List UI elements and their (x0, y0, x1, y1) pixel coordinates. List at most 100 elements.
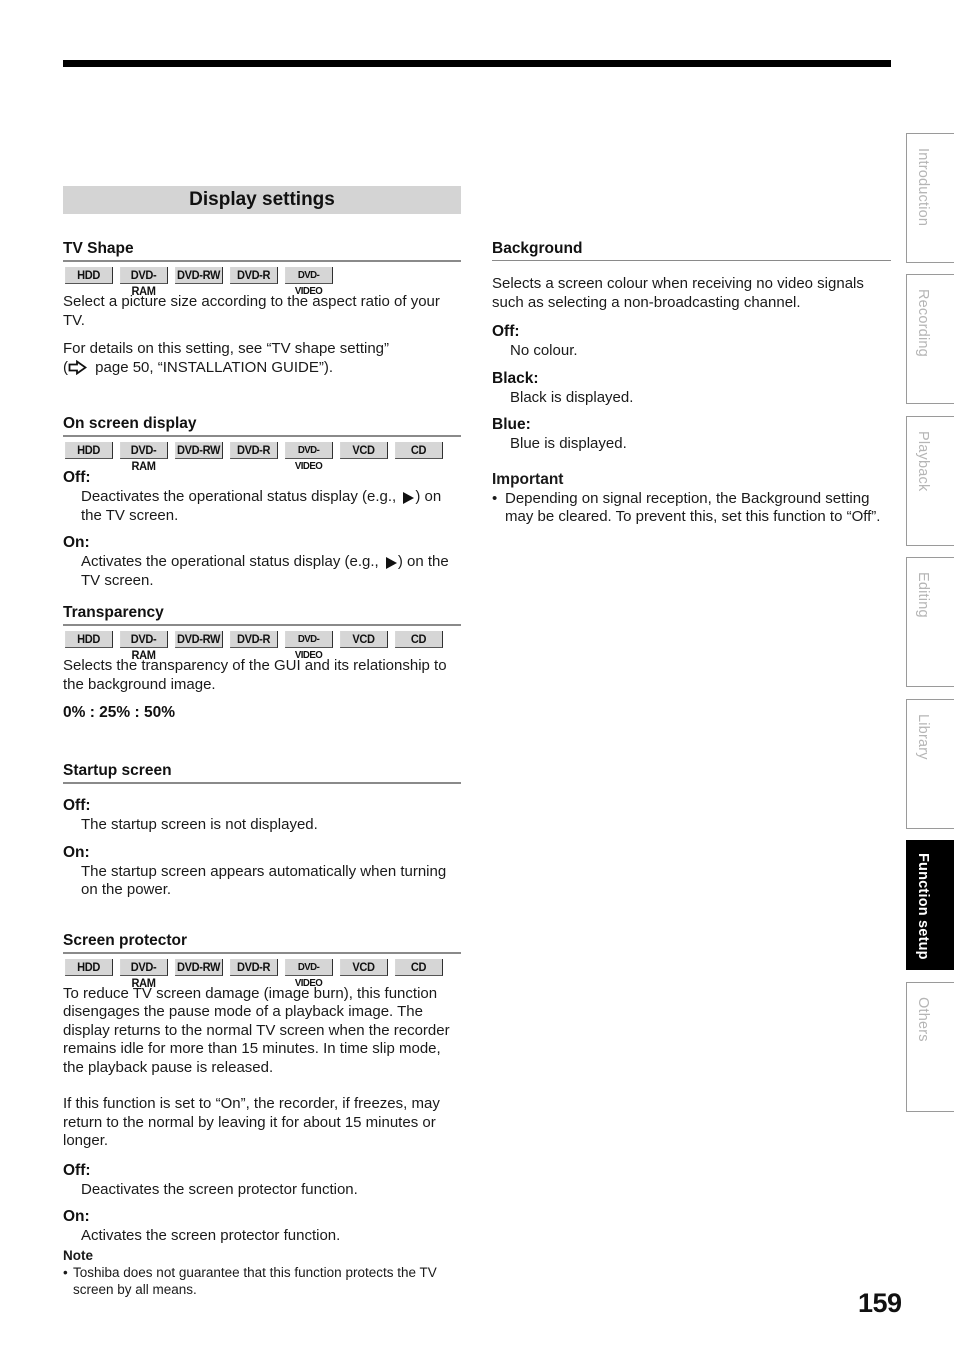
desc-text: Deactivates the operational status displ… (81, 488, 401, 505)
transparency-title: Transparency (63, 604, 461, 626)
option-label-off: Off: (63, 797, 91, 814)
media-badge-vcd: VCD (340, 442, 388, 459)
right-column: Background Selects a screen colour when … (492, 240, 891, 527)
important-text: Depending on signal reception, the Backg… (505, 489, 881, 526)
media-badge-hdd: HDD (65, 267, 113, 284)
play-icon (403, 492, 415, 504)
media-badge-cd: CD (395, 631, 443, 648)
media-badge-dvd-ram: DVD-RAM (120, 442, 168, 473)
transparency-description: Selects the transparency of the GUI and … (63, 657, 447, 693)
bullet: • (492, 489, 498, 507)
media-badge-dvd-r: DVD-R (230, 958, 278, 976)
option-desc-off: Deactivates the screen protector functio… (81, 1180, 358, 1198)
media-badge-cd: CD (395, 958, 443, 976)
media-badge-hdd: HDD (65, 442, 113, 459)
background-description: Selects a screen colour when receiving n… (492, 275, 864, 311)
media-badge-dvd-ram: DVD-RAM (120, 631, 168, 662)
media-badge-dvd-rw: DVD-RW (175, 267, 223, 284)
option-desc-on: Activates the screen protector function. (81, 1227, 341, 1244)
note-item: • Toshiba does not guarantee that this f… (63, 1264, 461, 1298)
screen-protector-title: Screen protector (63, 932, 461, 954)
option-label-on: On: (63, 534, 90, 551)
details-ref-text: page 50, “INSTALLATION GUIDE”). (91, 358, 334, 376)
media-badge-dvd-r: DVD-R (230, 267, 278, 284)
tab-label: Playback (915, 431, 931, 492)
page-number: 159 (858, 1288, 902, 1318)
media-badge-vcd: VCD (340, 631, 388, 648)
background-options: Off: No colour. Black: Black is displaye… (492, 322, 891, 454)
option-desc-off: Deactivates the operational status displ… (63, 488, 461, 525)
option-desc-black: Black is displayed. (510, 388, 634, 406)
tab-function-setup[interactable]: Function setup (906, 840, 954, 970)
tab-playback[interactable]: Playback (906, 416, 954, 546)
background-title: Background (492, 240, 891, 261)
media-badge-dvd-video: DVD-VIDEO (285, 267, 333, 297)
tab-library[interactable]: Library (906, 699, 954, 829)
media-badge-dvd-r: DVD-R (230, 442, 278, 459)
tab-editing[interactable]: Editing (906, 557, 954, 687)
option-label-on: On: (63, 843, 90, 861)
section-banner: Display settings (63, 186, 461, 214)
option-desc-off: The startup screen is not displayed. (81, 816, 318, 833)
transparency-values: 0% : 25% : 50% (63, 704, 175, 721)
option-desc-blue: Blue is displayed. (510, 435, 627, 452)
important-item: • Depending on signal reception, the Bac… (492, 490, 891, 527)
top-rule (63, 60, 891, 67)
tab-recording[interactable]: Recording (906, 274, 954, 404)
media-badge-hdd: HDD (65, 631, 113, 648)
media-badge-dvd-r: DVD-R (230, 631, 278, 648)
media-badges: HDD DVD-RAM DVD-RW DVD-R DVD-VIDEO VCD CD (63, 958, 461, 990)
option-desc-on: The startup screen appears automatically… (81, 862, 447, 899)
note-title: Note (63, 1247, 93, 1263)
option-label-off: Off: (63, 469, 91, 486)
media-badge-hdd: HDD (65, 958, 113, 976)
important-title: Important (492, 470, 564, 488)
details-text: For details on this setting, see “TV sha… (63, 340, 389, 357)
tab-label: Recording (915, 289, 931, 357)
tab-label: Editing (915, 572, 931, 618)
option-desc-on: Activates the operational status display… (63, 553, 461, 590)
tab-introduction[interactable]: Introduction (906, 133, 954, 263)
screen-protector-description-1: To reduce TV screen damage (image burn),… (63, 984, 450, 1076)
tab-label: Introduction (915, 148, 931, 227)
tv-shape-title: TV Shape (63, 240, 461, 262)
media-badge-dvd-video: DVD-VIDEO (285, 631, 333, 661)
screen-protector-description-2: If this function is set to “On”, the rec… (63, 1095, 440, 1149)
media-badges: HDD DVD-RAM DVD-RW DVD-R DVD-VIDEO (63, 267, 461, 298)
media-badges: HDD DVD-RAM DVD-RW DVD-R DVD-VIDEO VCD CD (63, 442, 461, 473)
media-badge-dvd-rw: DVD-RW (175, 631, 223, 648)
screen-protector-section: Screen protector HDD DVD-RAM DVD-RW DVD-R DV… (63, 932, 461, 1298)
left-column: Display settings TV Shape HDD DVD-RAM DVD-… (63, 186, 461, 1298)
startup-screen-title: Startup screen (63, 762, 461, 784)
note-text: Toshiba does not guarantee that this fun… (73, 1264, 437, 1297)
section-title: Display settings (189, 189, 335, 210)
option-label-on: On: (63, 1208, 90, 1225)
media-badge-dvd-rw: DVD-RW (175, 442, 223, 459)
transparency-section: Transparency HDD DVD-RAM DVD-RW DVD-R DVD-VI… (63, 604, 461, 722)
option-label-blue: Blue: (492, 416, 531, 433)
media-badge-vcd: VCD (340, 958, 388, 976)
media-badges: HDD DVD-RAM DVD-RW DVD-R DVD-VIDEO VCD CD (63, 631, 461, 662)
on-screen-display-title: On screen display (63, 415, 461, 437)
tab-label: Others (915, 997, 931, 1042)
bullet: • (63, 1264, 68, 1280)
tv-shape-description: Select a picture size according to the a… (63, 293, 440, 329)
page-reference-arrow-icon (68, 359, 87, 375)
media-badge-dvd-ram: DVD-RAM (120, 267, 168, 298)
tv-shape-details: For details on this setting, see “TV sha… (63, 340, 461, 377)
media-badge-dvd-video: DVD-VIDEO (285, 958, 333, 989)
tab-label: Library (915, 714, 931, 760)
media-badge-dvd-video: DVD-VIDEO (285, 442, 333, 472)
startup-screen-section: Startup screen Off: The startup screen i… (63, 762, 461, 900)
option-label-black: Black: (492, 369, 539, 387)
media-badge-cd: CD (395, 442, 443, 459)
on-screen-display-section: On screen display HDD DVD-RAM DVD-RW DVD-R D… (63, 415, 461, 590)
tv-shape-section: TV Shape HDD DVD-RAM DVD-RW DVD-R DVD-VIDEO … (63, 240, 461, 377)
media-badge-dvd-rw: DVD-RW (175, 958, 223, 976)
tab-label: Function setup (915, 853, 931, 960)
option-label-off: Off: (492, 323, 520, 340)
option-label-off: Off: (63, 1161, 91, 1179)
option-desc-off: No colour. (510, 342, 578, 359)
desc-text: Activates the operational status display… (81, 553, 383, 570)
tab-others[interactable]: Others (906, 982, 954, 1112)
